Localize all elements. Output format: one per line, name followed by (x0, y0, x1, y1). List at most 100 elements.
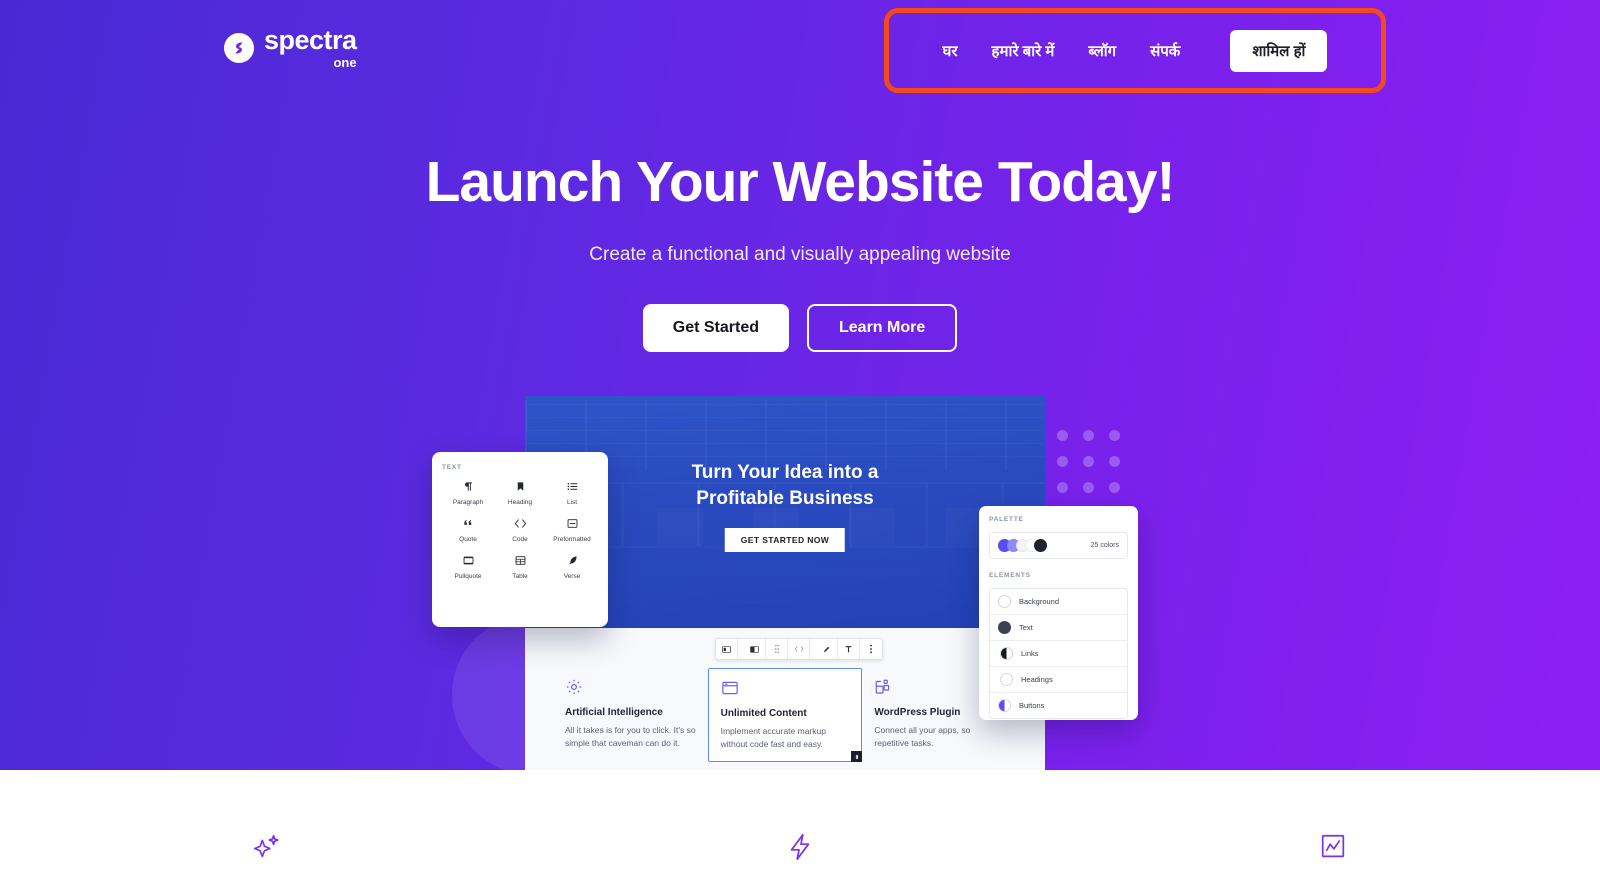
block-table[interactable]: Table (494, 554, 546, 580)
feature-title: Artificial Intelligence (565, 707, 663, 718)
warehouse-detail (657, 508, 703, 546)
hero-cta-group: Get Started Learn More (0, 303, 1600, 352)
block-quote[interactable]: Quote (442, 517, 494, 543)
align-icon[interactable] (744, 639, 766, 659)
mockup-feature-area: Artificial Intelligence All it takes is … (525, 628, 1045, 770)
feature-col-1 (0, 832, 533, 867)
pullquote-icon (463, 554, 474, 567)
element-label: Background (1019, 597, 1060, 606)
mockup-get-started-now-button[interactable]: GET STARTED NOW (724, 528, 846, 552)
lightning-bolt-icon (785, 832, 815, 867)
hero-copy: Launch Your Website Today! Create a func… (0, 150, 1600, 352)
color-swatch-icon (1000, 673, 1013, 686)
inline-code-icon[interactable] (788, 639, 810, 659)
color-swatch-icon (998, 621, 1011, 634)
block-pullquote[interactable]: Pullquote (442, 554, 494, 580)
warehouse-detail (525, 443, 1045, 444)
color-swatch-icon (1000, 647, 1013, 660)
block-heading[interactable]: Heading (494, 480, 546, 506)
decorative-dot (1057, 430, 1068, 441)
code-brackets-icon (514, 517, 527, 530)
color-swatch-icon (998, 595, 1011, 608)
elements-label: ELEMENTS (989, 572, 1031, 579)
brand-sub: one (333, 55, 357, 70)
feature-card-content[interactable]: Unlimited Content Implement accurate mar… (707, 668, 863, 763)
element-label: Buttons (1019, 701, 1045, 710)
block-list[interactable]: List (546, 480, 598, 506)
decorative-dot-grid (1057, 430, 1121, 494)
block-label: Preformatted (553, 536, 591, 543)
palette-panel: PALETTE 25 colors ELEMENTS Background Te… (979, 506, 1138, 720)
mockup-hero-line1: Turn Your Idea into a (691, 462, 879, 483)
text-block-grid: Paragraph Heading List Quote Code Prefor… (442, 480, 598, 580)
heading-bookmark-icon (515, 480, 526, 493)
decorative-dot (1109, 482, 1120, 493)
element-headings[interactable]: Headings (990, 667, 1127, 693)
landing-page: spectra one घर हमारे बारे में ब्लॉग संपर… (0, 0, 1600, 877)
learn-more-button[interactable]: Learn More (807, 303, 958, 352)
more-options-icon[interactable] (860, 639, 882, 659)
text-blocks-panel: TEXT Paragraph Heading List Quote Code P… (432, 452, 608, 627)
warehouse-detail (525, 404, 1045, 405)
block-paragraph[interactable]: Paragraph (442, 480, 494, 506)
block-label: Verse (563, 573, 581, 580)
brand-logo[interactable]: spectra one (224, 27, 357, 69)
palette-swatch (1034, 539, 1047, 552)
warehouse-detail (525, 417, 1045, 418)
quote-icon (463, 517, 474, 530)
feature-desc: Connect all your apps, so repetitive tas… (874, 725, 971, 749)
palette-swatches (998, 539, 1047, 552)
block-label: Code (512, 536, 528, 543)
element-text[interactable]: Text (990, 615, 1127, 641)
sparkles-icon (252, 832, 282, 867)
site-header: spectra one (0, 0, 1600, 96)
hero-subtitle: Create a functional and visually appeali… (589, 243, 1011, 265)
block-label: Table (512, 573, 528, 580)
warehouse-detail (849, 508, 895, 546)
block-editor-toolbar[interactable] (715, 638, 883, 660)
preformatted-icon (567, 517, 578, 530)
feature-title: Unlimited Content (720, 708, 807, 719)
palette-label: PALETTE (989, 516, 1024, 523)
element-label: Text (1019, 623, 1033, 632)
element-label: Links (1021, 649, 1039, 658)
warehouse-detail (525, 430, 1045, 431)
block-code[interactable]: Code (494, 517, 546, 543)
hero-section: spectra one घर हमारे बारे में ब्लॉग संपर… (0, 0, 1600, 770)
palette-color-count: 25 colors (1090, 542, 1119, 549)
block-type-icon[interactable] (716, 639, 738, 659)
resize-handle-icon[interactable] (851, 751, 863, 763)
block-label: List (566, 499, 578, 506)
element-list: Background Text Links Headings Buttons (989, 588, 1128, 719)
vertical-align-icon[interactable] (838, 639, 860, 659)
text-panel-label: TEXT (442, 464, 462, 471)
pilcrow-icon (463, 480, 474, 493)
decorative-dot (1083, 430, 1094, 441)
decorative-dot (1057, 456, 1068, 467)
gear-icon (565, 678, 696, 698)
block-verse[interactable]: Verse (546, 554, 598, 580)
highlighter-icon[interactable] (816, 639, 838, 659)
feature-desc: All it takes is for you to click. It's s… (565, 725, 696, 749)
block-label: Quote (459, 536, 477, 543)
page-title: Launch Your Website Today! (425, 150, 1176, 214)
get-started-button[interactable]: Get Started (642, 303, 789, 352)
brand-name: spectra (264, 25, 357, 55)
element-background[interactable]: Background (990, 589, 1127, 615)
decorative-dot (1109, 430, 1120, 441)
chart-trend-icon (1318, 832, 1348, 867)
feature-col-2 (533, 832, 1066, 867)
features-section (0, 770, 1600, 877)
palette-row[interactable]: 25 colors (989, 532, 1128, 559)
drag-handle-icon[interactable] (766, 639, 788, 659)
list-icon (567, 480, 578, 493)
block-preformatted[interactable]: Preformatted (546, 517, 598, 543)
spectra-s-logo-icon (224, 33, 254, 63)
element-buttons[interactable]: Buttons (990, 693, 1127, 718)
element-links[interactable]: Links (990, 641, 1127, 667)
feature-cards: Artificial Intelligence All it takes is … (525, 668, 1045, 763)
block-label: Pullquote (454, 573, 482, 580)
table-icon (515, 554, 526, 567)
feature-card-ai[interactable]: Artificial Intelligence All it takes is … (553, 668, 708, 762)
feature-desc: Implement accurate markup without code f… (720, 726, 826, 750)
